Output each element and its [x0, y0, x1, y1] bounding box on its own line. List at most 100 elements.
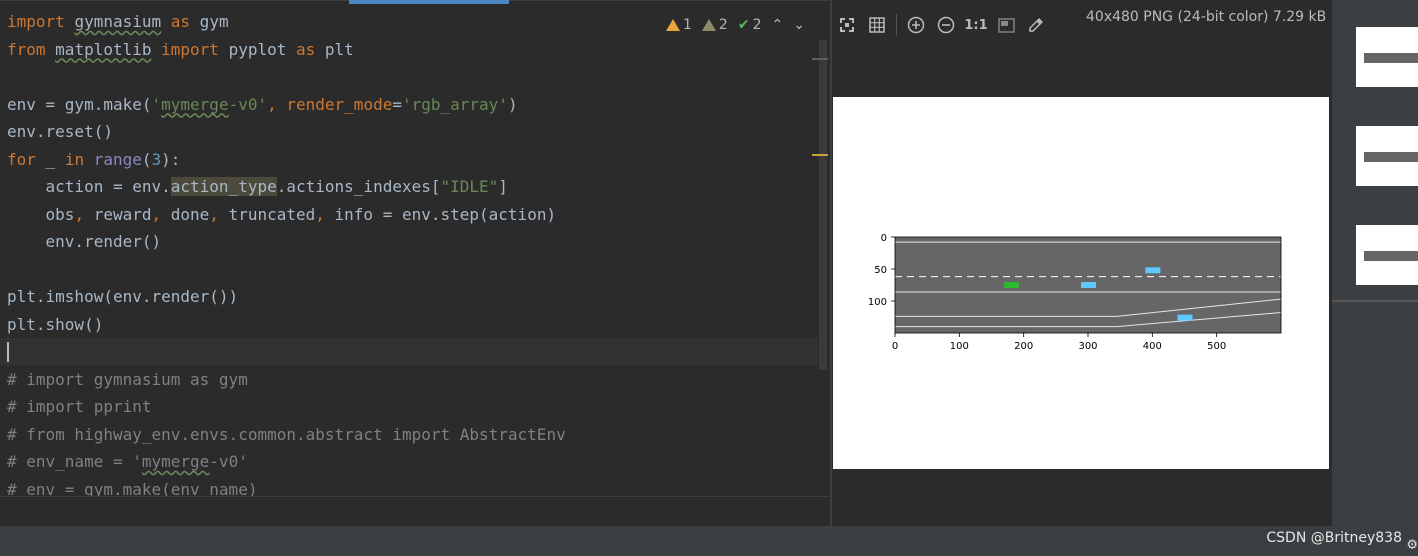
tab-scroll-indicator — [349, 0, 509, 4]
warnings-count[interactable]: 1 — [666, 17, 692, 33]
typos-count[interactable]: ✔ 2 — [738, 17, 762, 33]
code-line[interactable]: env.reset() — [7, 118, 566, 146]
x-tick-label: 0 — [892, 341, 898, 352]
code-line[interactable]: from matplotlib import pyplot as plt — [7, 36, 566, 64]
code-line[interactable]: plt.imshow(env.render()) — [7, 283, 566, 311]
code-token: , — [267, 94, 287, 114]
code-token: , — [315, 204, 335, 224]
code-line[interactable]: obs, reward, done, truncated, info = env… — [7, 201, 566, 229]
fit-zoom-icon[interactable] — [832, 10, 862, 40]
code-token: mymerge — [161, 94, 229, 114]
code-token: for — [7, 149, 36, 169]
code-editor[interactable]: import gymnasium as gym from matplotlib i… — [0, 0, 830, 526]
code-line[interactable]: # import pprint — [7, 393, 566, 421]
code-line[interactable] — [7, 256, 566, 284]
code-token: done — [170, 204, 210, 224]
code-lines[interactable]: import gymnasium as gym from matplotlib i… — [7, 8, 566, 503]
code-token: # import pprint — [7, 397, 152, 416]
code-line[interactable] — [7, 63, 566, 91]
thumbnail-preview — [1364, 152, 1418, 162]
code-token: import — [7, 12, 65, 31]
code-line[interactable]: action = env.action_type.actions_indexes… — [7, 173, 566, 201]
code-token: # env_name = ' — [7, 452, 142, 471]
scroll-marker — [812, 58, 828, 60]
inspection-widget[interactable]: 1 2 ✔ 2 ⌃ ⌄ — [666, 14, 805, 36]
x-tick-label: 500 — [1207, 341, 1226, 352]
code-token: in — [64, 149, 85, 169]
code-token: # from highway_env.envs.common.abstract … — [7, 424, 566, 444]
code-token: gym — [190, 12, 229, 31]
toolbar-separator — [896, 14, 897, 36]
warnings-count-label: 1 — [683, 17, 692, 33]
code-line[interactable]: env = gym.make('mymerge-v0', render_mode… — [7, 91, 566, 119]
code-token: env.render() — [7, 232, 162, 251]
code-token: "IDLE" — [440, 177, 499, 196]
code-token: import — [161, 39, 219, 59]
y-tick-label: 0 — [881, 233, 887, 244]
code-token: mymerge — [141, 452, 210, 471]
thumbnail-separator — [1332, 300, 1418, 302]
code-token: 3 — [151, 149, 162, 169]
other-vehicle — [1145, 267, 1161, 274]
code-line[interactable]: env.render() — [7, 228, 566, 256]
x-tick-label: 100 — [950, 341, 969, 352]
code-line[interactable]: # import gymnasium as gym — [7, 366, 566, 394]
code-token: as — [170, 12, 191, 31]
color-picker-icon[interactable] — [1021, 10, 1051, 40]
code-token: as — [296, 39, 316, 59]
code-token: -v0' — [228, 94, 268, 114]
vertical-scrollbar-thumb[interactable] — [819, 40, 827, 370]
code-line[interactable] — [7, 338, 566, 366]
code-token: obs — [7, 204, 75, 224]
thumbnail[interactable] — [1356, 225, 1418, 285]
zoom-out-icon[interactable] — [931, 10, 961, 40]
zoom-in-icon[interactable] — [901, 10, 931, 40]
typos-count-label: 2 — [752, 17, 762, 33]
thumbnail[interactable] — [1356, 27, 1418, 87]
horizontal-scrollbar[interactable] — [0, 496, 830, 526]
next-highlight-icon[interactable]: ⌄ — [793, 17, 805, 33]
weak-warning-icon — [701, 19, 716, 31]
watermark-text: CSDN @Britney838 — [1266, 530, 1402, 546]
code-line[interactable]: import gymnasium as gym — [7, 8, 566, 36]
image-info-label: 40x480 PNG (24-bit color) 7.29 kB — [1086, 9, 1327, 25]
warning-scroll-marker[interactable] — [812, 154, 828, 156]
x-tick-label: 300 — [1078, 341, 1097, 352]
code-token: # import gymnasium as gym — [7, 369, 248, 389]
code-line[interactable]: # env_name = 'mymerge-v0' — [7, 448, 566, 476]
code-token: , — [151, 204, 171, 224]
grid-icon[interactable] — [862, 10, 892, 40]
code-token: = — [392, 94, 402, 114]
code-line[interactable]: # from highway_env.envs.common.abstract … — [7, 421, 566, 449]
thumbnail-preview — [1364, 251, 1418, 261]
previous-highlight-icon[interactable]: ⌃ — [772, 17, 784, 33]
thumbnail-preview — [1364, 53, 1418, 63]
code-token: gymnasium — [74, 12, 162, 31]
code-token: .actions_indexes[ — [276, 177, 441, 196]
code-token: ): — [161, 149, 181, 169]
code-token: , — [74, 204, 94, 224]
code-line[interactable]: plt.show() — [7, 311, 566, 339]
matplotlib-figure: 0 100 200 300 400 500 0 50 100 — [868, 233, 1282, 352]
code-token: env.reset() — [7, 122, 113, 141]
code-token: plt.imshow(env.render()) — [7, 287, 239, 306]
actual-size-button[interactable]: 1:1 — [961, 10, 991, 40]
weak-warnings-count[interactable]: 2 — [701, 17, 728, 33]
image-viewer: 1:1 40x480 PNG (24-bit color) 7.29 kB 0 1… — [832, 0, 1332, 526]
code-line[interactable]: for _ in range(3): — [7, 146, 566, 174]
code-token: matplotlib — [55, 39, 152, 59]
code-token: render_mode — [286, 94, 393, 114]
background-toggle-icon[interactable] — [991, 10, 1021, 40]
warning-icon — [666, 19, 680, 31]
other-vehicle — [1177, 314, 1193, 321]
code-token: action = env. — [7, 177, 171, 196]
code-token: range — [93, 149, 142, 169]
thumbnail[interactable] — [1356, 126, 1418, 186]
code-token: 'rgb_array' — [401, 94, 508, 114]
gear-icon[interactable]: ⚙ — [1407, 534, 1417, 553]
code-token: ' — [151, 94, 162, 114]
